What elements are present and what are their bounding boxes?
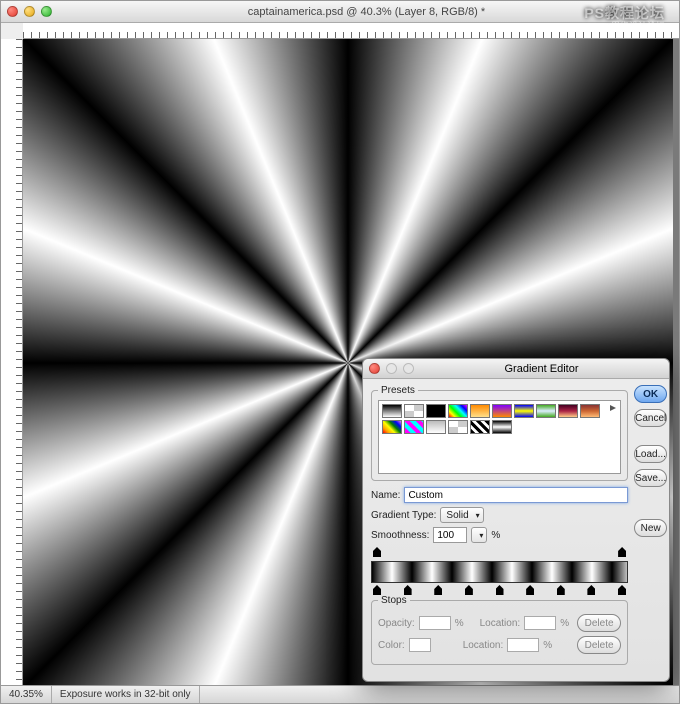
ok-button[interactable]: OK [634, 385, 667, 403]
gradient-type-select[interactable]: Solid [440, 507, 483, 523]
color-stop[interactable] [496, 585, 504, 595]
watermark-subtext: 思缘设计论坛 [611, 19, 665, 32]
preset-swatch[interactable] [514, 404, 534, 418]
preset-swatch[interactable] [426, 404, 446, 418]
preset-swatch[interactable] [404, 404, 424, 418]
minimize-icon[interactable] [24, 6, 35, 17]
presets-menu-icon[interactable] [610, 405, 616, 411]
color-stops[interactable] [371, 585, 628, 595]
preset-swatch[interactable] [470, 404, 490, 418]
preset-swatch[interactable] [382, 420, 402, 434]
dialog-close-icon[interactable] [369, 363, 380, 374]
ruler-vertical [1, 39, 23, 685]
name-label: Name: [371, 490, 400, 501]
window-title: captainamerica.psd @ 40.3% (Layer 8, RGB… [60, 6, 673, 18]
stop-color-swatch [409, 638, 431, 652]
preset-swatch[interactable] [426, 420, 446, 434]
color-stop[interactable] [618, 585, 626, 595]
load-button[interactable]: Load... [634, 445, 667, 463]
pct-label: % [455, 618, 464, 629]
preset-swatch[interactable] [492, 404, 512, 418]
new-button[interactable]: New [634, 519, 667, 537]
presets-fieldset: Presets [371, 385, 628, 481]
name-field[interactable] [404, 487, 628, 503]
window-traffic-lights [7, 6, 52, 17]
dialog-minimize-icon [386, 363, 397, 374]
opacity-label: Opacity: [378, 618, 415, 629]
delete-opacity-stop-button: Delete [577, 614, 621, 632]
preset-swatch[interactable] [536, 404, 556, 418]
pct-label: % [543, 640, 552, 651]
presets-grid[interactable] [378, 400, 621, 474]
delete-color-stop-button: Delete [577, 636, 621, 654]
close-icon[interactable] [7, 6, 18, 17]
save-button[interactable]: Save... [634, 469, 667, 487]
ruler-horizontal [23, 23, 679, 39]
color-stop[interactable] [557, 585, 565, 595]
cancel-button[interactable]: Cancel [634, 409, 667, 427]
opacity-location-field [524, 616, 556, 630]
opacity-stops[interactable] [371, 547, 628, 557]
pct-label: % [560, 618, 569, 629]
stops-legend: Stops [378, 595, 410, 606]
stop-color-label: Color: [378, 640, 405, 651]
opacity-field [419, 616, 451, 630]
preset-swatch[interactable] [382, 404, 402, 418]
dialog-title: Gradient Editor [420, 363, 663, 375]
opacity-stop[interactable] [618, 547, 626, 557]
gradient-editor-dialog: Gradient Editor Presets Name: Gradient T… [362, 358, 670, 682]
status-bar: 40.35% Exposure works in 32-bit only [1, 685, 679, 703]
opacity-stop[interactable] [373, 547, 381, 557]
color-stop[interactable] [404, 585, 412, 595]
color-location-field [507, 638, 539, 652]
location-label: Location: [480, 618, 521, 629]
preset-swatch[interactable] [448, 420, 468, 434]
gradient-bar[interactable] [371, 561, 628, 583]
titlebar: captainamerica.psd @ 40.3% (Layer 8, RGB… [1, 1, 679, 23]
preset-swatch[interactable] [404, 420, 424, 434]
preset-swatch[interactable] [492, 420, 512, 434]
preset-swatch[interactable] [448, 404, 468, 418]
stops-fieldset: Stops Opacity: % Location: % Delete Colo… [371, 595, 628, 665]
presets-legend: Presets [378, 385, 418, 396]
dialog-zoom-icon [403, 363, 414, 374]
color-stop[interactable] [465, 585, 473, 595]
smoothness-label: Smoothness: [371, 530, 429, 541]
dialog-titlebar: Gradient Editor [363, 359, 669, 379]
color-stop[interactable] [526, 585, 534, 595]
preset-swatch[interactable] [470, 420, 490, 434]
zoom-icon[interactable] [41, 6, 52, 17]
status-note: Exposure works in 32-bit only [52, 686, 200, 703]
smoothness-unit: % [491, 530, 500, 541]
gradient-type-label: Gradient Type: [371, 510, 436, 521]
color-stop[interactable] [434, 585, 442, 595]
color-location-label: Location: [463, 640, 504, 651]
smoothness-dropdown[interactable] [471, 527, 487, 543]
preset-swatch[interactable] [558, 404, 578, 418]
color-stop[interactable] [373, 585, 381, 595]
smoothness-field[interactable] [433, 527, 467, 543]
status-zoom[interactable]: 40.35% [1, 686, 52, 703]
preset-swatch[interactable] [580, 404, 600, 418]
color-stop[interactable] [587, 585, 595, 595]
